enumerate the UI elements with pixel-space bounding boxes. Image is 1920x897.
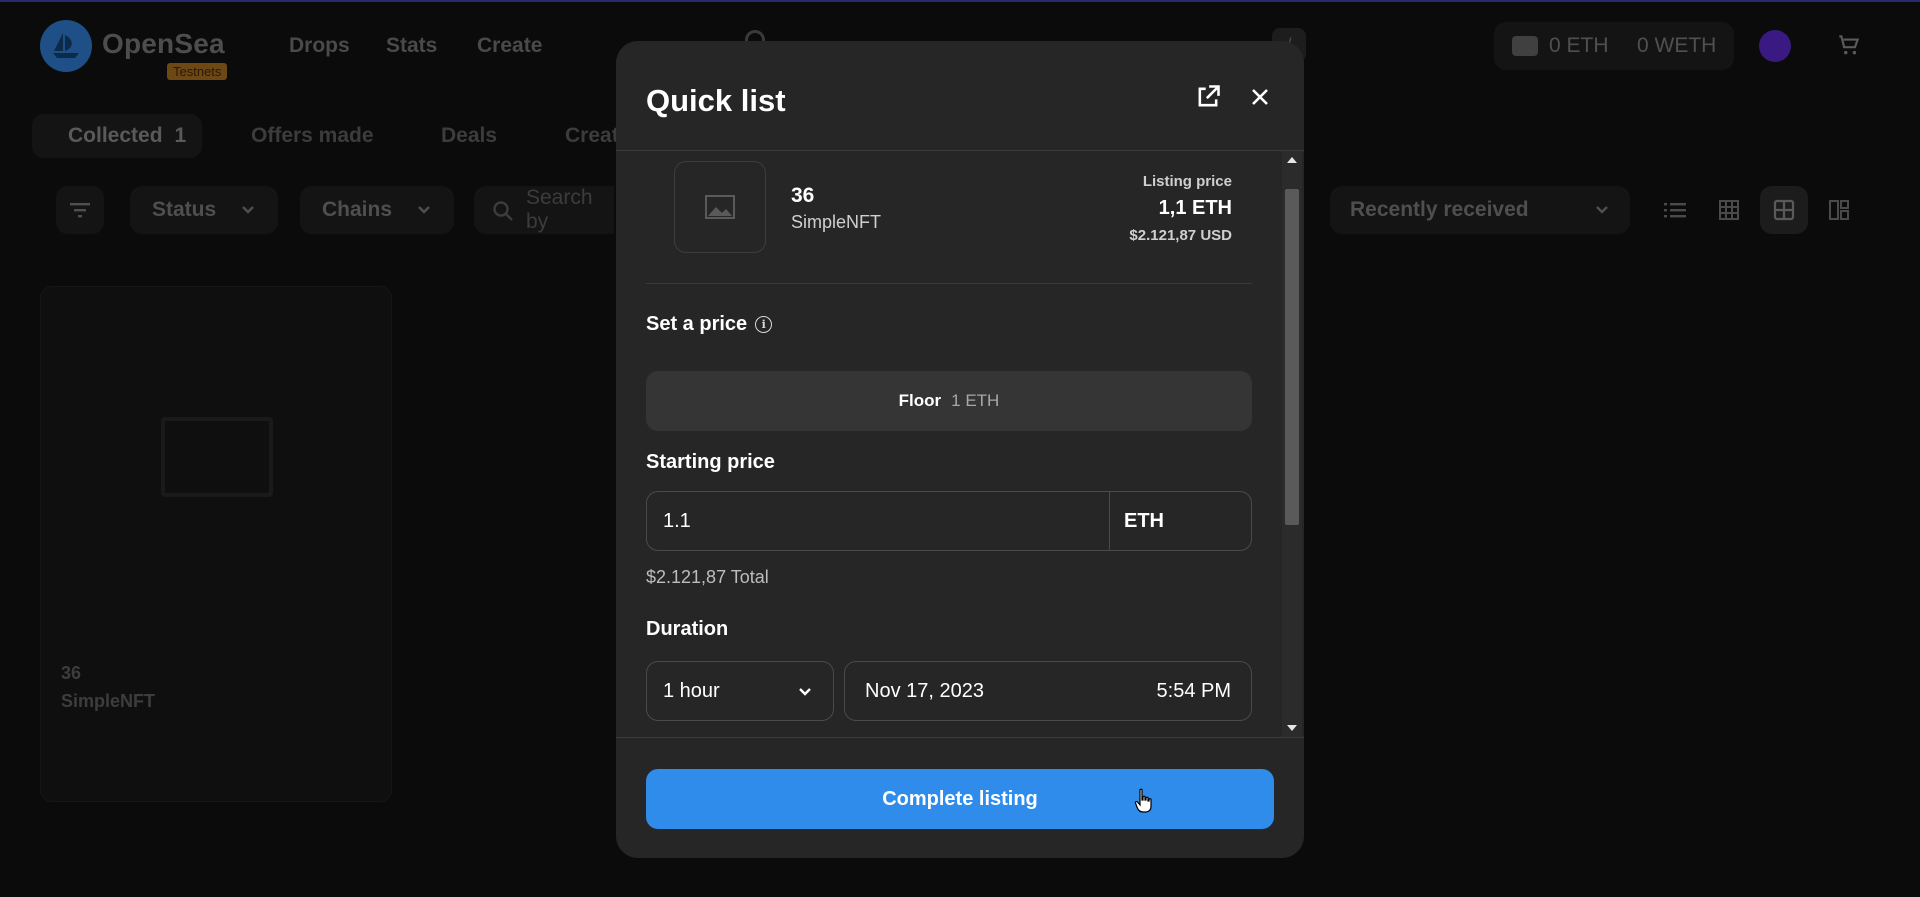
quick-list-modal: Quick list 36 SimpleNFT Listing price 1,…	[616, 41, 1304, 858]
starting-price-label: Starting price	[646, 451, 775, 473]
floor-price-button[interactable]: Floor 1 ETH	[646, 371, 1252, 431]
search-input[interactable]: Search by	[474, 186, 614, 234]
list-view-button[interactable]	[1651, 186, 1699, 234]
floor-label: Floor	[898, 391, 942, 410]
nft-card[interactable]: 36 SimpleNFT	[40, 286, 392, 802]
opensea-logo-icon[interactable]	[40, 20, 92, 72]
large-grid-button[interactable]	[1760, 186, 1808, 234]
info-icon[interactable]: i	[755, 316, 773, 333]
sort-dropdown[interactable]: Recently received	[1330, 186, 1630, 234]
duration-value: 1 hour	[663, 679, 720, 702]
sort-dropdown-label: Recently received	[1350, 198, 1529, 221]
search-icon	[493, 201, 513, 221]
tab-deals[interactable]: Deals	[441, 124, 497, 148]
nav-stats[interactable]: Stats	[386, 34, 437, 58]
tab-collected[interactable]: Collected 1	[32, 114, 202, 158]
scrollbar-thumb[interactable]	[1285, 189, 1299, 525]
floor-value: 1 ETH	[951, 391, 1000, 410]
cart-icon[interactable]	[1836, 32, 1862, 63]
tab-created[interactable]: Creat	[565, 124, 619, 148]
wallet-weth-balance: 0 WETH	[1637, 34, 1717, 57]
end-time: 5:54 PM	[1156, 679, 1231, 702]
image-placeholder-icon	[705, 195, 735, 219]
listing-price-usd: $2.121,87 USD	[1129, 227, 1232, 244]
avatar[interactable]	[1759, 30, 1791, 62]
chains-dropdown-label: Chains	[322, 198, 393, 221]
close-icon[interactable]	[1248, 85, 1272, 109]
duration-label: Duration	[646, 618, 729, 640]
starting-price-input[interactable]	[646, 491, 1110, 551]
chevron-down-icon	[242, 206, 254, 214]
mosaic-view-button[interactable]	[1815, 186, 1863, 234]
listing-price-eth: 1,1 ETH	[1158, 197, 1232, 219]
chevron-down-icon	[1596, 206, 1608, 214]
small-grid-button[interactable]	[1705, 186, 1753, 234]
nav-create[interactable]: Create	[477, 34, 542, 58]
modal-title: Quick list	[646, 83, 786, 118]
scroll-down-arrow-icon[interactable]	[1287, 725, 1297, 731]
item-thumbnail	[674, 161, 766, 253]
currency-selector[interactable]: ETH	[1109, 491, 1252, 551]
duration-select[interactable]: 1 hour	[646, 661, 834, 721]
set-price-heading: Set a price i	[646, 313, 773, 336]
modal-scrollbar[interactable]	[1282, 151, 1302, 737]
wallet-icon	[1512, 36, 1538, 56]
chevron-down-icon	[418, 206, 430, 214]
total-price-text: $2.121,87 Total	[646, 567, 769, 587]
scroll-up-arrow-icon[interactable]	[1287, 157, 1297, 163]
nav-drops[interactable]: Drops	[289, 34, 350, 58]
tab-collected-label: Collected	[68, 124, 163, 147]
open-external-icon[interactable]	[1194, 83, 1222, 111]
footer-divider	[616, 737, 1304, 738]
chains-dropdown[interactable]: Chains	[300, 186, 454, 234]
tab-collected-count: 1	[174, 124, 187, 147]
small-grid-icon	[1719, 200, 1739, 220]
search-placeholder: Search by	[526, 186, 593, 233]
listing-price-label: Listing price	[1142, 173, 1232, 190]
set-price-label: Set a price	[646, 313, 748, 335]
modal-header: Quick list	[616, 41, 1304, 151]
filter-toggle-button[interactable]	[56, 186, 104, 234]
tab-offers-made[interactable]: Offers made	[251, 124, 374, 148]
item-name: 36	[791, 184, 815, 207]
card-title: 36	[61, 663, 82, 683]
item-collection: SimpleNFT	[791, 212, 882, 232]
testnets-badge: Testnets	[167, 63, 228, 80]
card-collection: SimpleNFT	[61, 691, 156, 711]
hand-cursor-icon	[1134, 788, 1154, 819]
currency-label: ETH	[1124, 509, 1164, 532]
modal-scroll-area[interactable]: 36 SimpleNFT Listing price 1,1 ETH $2.12…	[616, 151, 1304, 737]
end-date: Nov 17, 2023	[865, 679, 984, 702]
divider	[646, 283, 1252, 284]
filter-icon	[70, 203, 90, 218]
list-view-icon	[1664, 203, 1686, 218]
status-dropdown-label: Status	[152, 198, 217, 221]
mosaic-view-icon	[1829, 200, 1849, 220]
complete-listing-button[interactable]: Complete listing	[646, 769, 1274, 829]
large-grid-icon	[1773, 199, 1795, 221]
brand-name[interactable]: OpenSea	[102, 28, 225, 60]
status-dropdown[interactable]: Status	[130, 186, 278, 234]
wallet-eth-balance: 0 ETH	[1549, 34, 1609, 57]
chevron-down-icon	[799, 688, 811, 696]
end-date-picker[interactable]: Nov 17, 2023 5:54 PM	[844, 661, 1252, 721]
image-placeholder-icon	[161, 417, 273, 497]
